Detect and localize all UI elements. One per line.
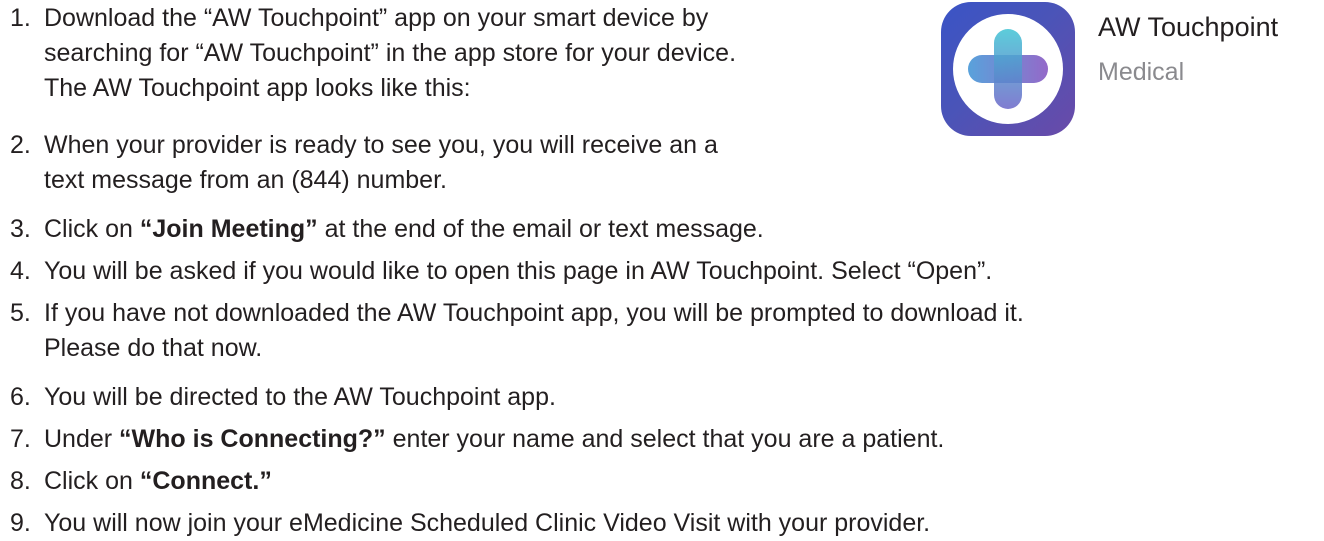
step-text-line: Download the “AW Touchpoint” app on your… [44,4,709,32]
instruction-step-9: 9. You will now join your eMedicine Sche… [0,506,930,541]
step-text-line: Click on “Join Meeting” at the end of th… [0,212,764,247]
step-text-line: You will now join your eMedicine Schedul… [44,509,931,537]
step-text-line: Click on “Connect.” [0,464,272,499]
step-text: Click on [44,467,140,495]
step-number: 3. [10,215,31,243]
step-text-line: text message from an (844) number. [44,166,447,194]
step-number: 1. [10,4,31,32]
step-number: 6. [10,383,31,411]
step-text-line: You will be directed to the AW Touchpoin… [44,383,556,411]
plus-cross-icon [953,14,1063,124]
app-icon [941,2,1075,136]
app-name: AW Touchpoint [1098,12,1279,42]
instruction-step-4: 4. You will be asked if you would like t… [0,254,992,289]
step-text-line: The AW Touchpoint app looks like this: [44,74,471,102]
step-text: enter your name and select that you are … [385,425,945,453]
step-number: 7. [10,425,31,453]
instruction-step-5: 5. If you have not downloaded the AW Tou… [0,296,1024,366]
instruction-step-7: 7. Under “Who is Connecting?” enter your… [0,422,944,457]
step-number: 4. [10,257,31,285]
who-is-connecting-label: “Who is Connecting?” [119,425,386,453]
step-text: at the end of the email or text message. [317,215,764,243]
app-category: Medical [1098,58,1185,86]
step-text-line: You will be asked if you would like to o… [44,257,993,285]
step-text: Under [44,425,120,453]
step-number: 9. [10,509,31,537]
instruction-step-6: 6. You will be directed to the AW Touchp… [0,380,556,415]
step-text-line: Please do that now. [44,334,263,362]
step-text-line: Under “Who is Connecting?” enter your na… [0,422,944,457]
join-meeting-label: “Join Meeting” [139,215,318,243]
instruction-step-8: 8. Click on “Connect.” [0,464,272,499]
step-number: 5. [10,299,31,327]
step-text-line: searching for “AW Touchpoint” in the app… [44,39,737,67]
instruction-step-3: 3. Click on “Join Meeting” at the end of… [0,212,764,247]
connect-label: “Connect.” [139,467,272,495]
step-number: 8. [10,467,31,495]
step-text: Click on [44,215,140,243]
step-text-line: When your provider is ready to see you, … [44,131,718,159]
instruction-step-1: 1. Download the “AW Touchpoint” app on y… [0,1,736,106]
instruction-step-2: 2. When your provider is ready to see yo… [0,128,718,198]
step-number: 2. [10,131,31,159]
app-store-badge: AW Touchpoint Medical [941,2,1321,142]
step-text-line: If you have not downloaded the AW Touchp… [44,299,1024,327]
